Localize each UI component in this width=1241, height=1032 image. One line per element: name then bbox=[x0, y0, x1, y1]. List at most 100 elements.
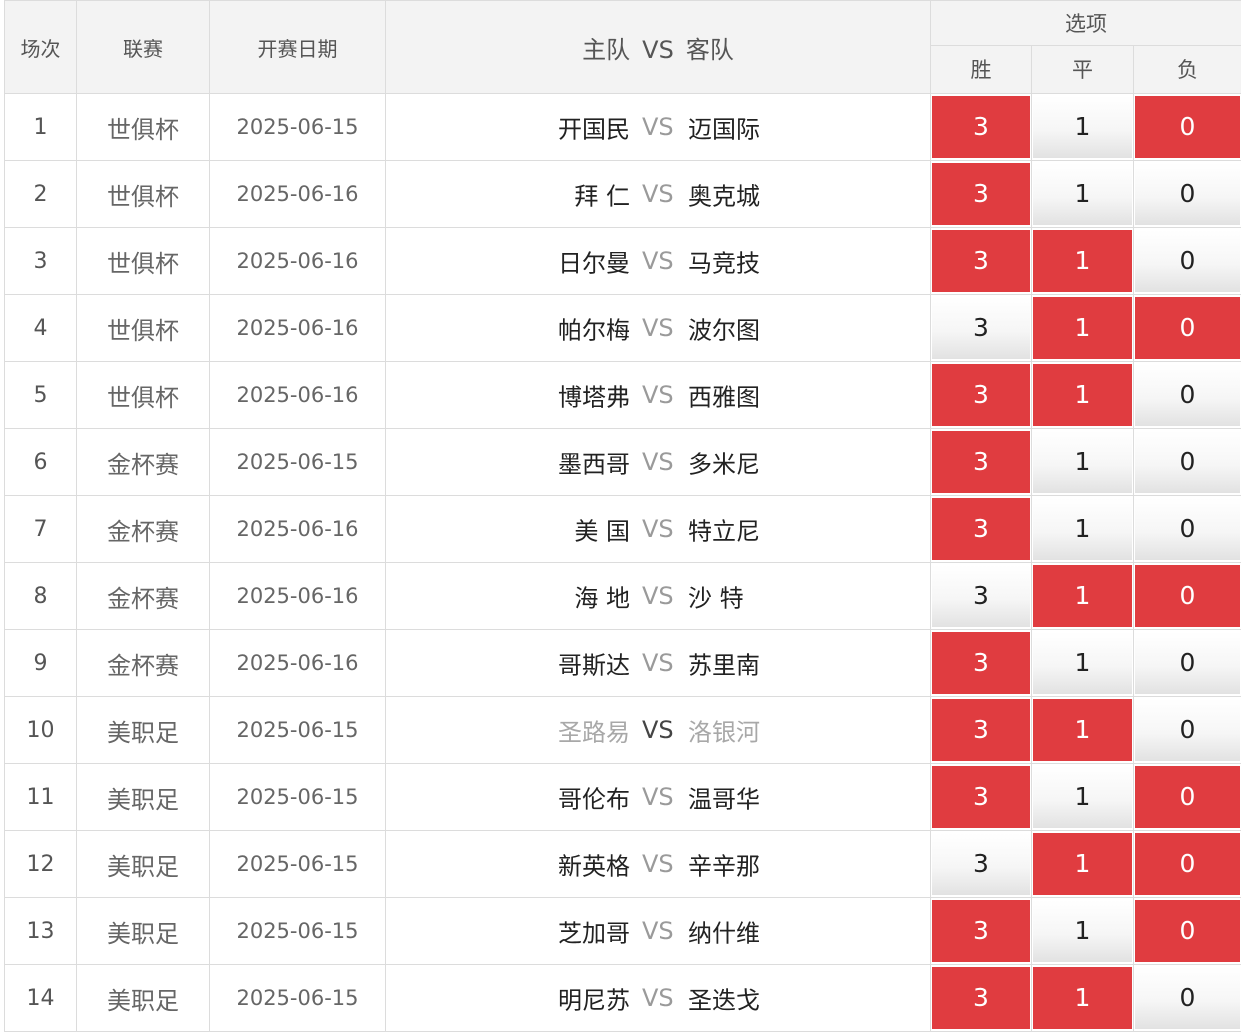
option-lose-button[interactable]: 0 bbox=[1135, 230, 1240, 292]
home-team: 哥斯达 bbox=[558, 646, 630, 681]
option-draw-button[interactable]: 1 bbox=[1033, 163, 1132, 225]
option-win-button[interactable]: 3 bbox=[932, 565, 1030, 627]
option-lose-button[interactable]: 0 bbox=[1135, 96, 1240, 158]
match-index: 14 bbox=[5, 965, 77, 1032]
option-win-button[interactable]: 3 bbox=[932, 766, 1030, 828]
vs-label: VS bbox=[642, 113, 674, 141]
away-team: 特立尼 bbox=[688, 512, 760, 547]
home-team: 日尔曼 bbox=[558, 244, 630, 279]
vs-label: VS bbox=[642, 582, 674, 610]
table-row: 7金杯赛2025-06-16美 国VS特立尼310 bbox=[5, 496, 1241, 563]
option-win-button[interactable]: 3 bbox=[932, 431, 1030, 493]
option-win-button[interactable]: 3 bbox=[932, 230, 1030, 292]
option-draw-button[interactable]: 1 bbox=[1033, 632, 1132, 694]
home-team: 海 地 bbox=[574, 579, 630, 614]
match-index: 2 bbox=[5, 161, 77, 228]
option-lose-cell: 0 bbox=[1134, 697, 1241, 764]
option-lose-button[interactable]: 0 bbox=[1135, 565, 1240, 627]
match-teams: 哥斯达VS苏里南 bbox=[386, 630, 931, 697]
option-lose-cell: 0 bbox=[1134, 362, 1241, 429]
league-name: 金杯赛 bbox=[77, 429, 210, 496]
away-team: 温哥华 bbox=[688, 780, 760, 815]
option-win-cell: 3 bbox=[931, 697, 1032, 764]
match-index: 13 bbox=[5, 898, 77, 965]
option-win-button[interactable]: 3 bbox=[932, 297, 1030, 359]
option-win-button[interactable]: 3 bbox=[932, 498, 1030, 560]
match-teams: 圣路易VS洛银河 bbox=[386, 697, 931, 764]
away-team: 迈国际 bbox=[688, 110, 760, 145]
table-row: 2世俱杯2025-06-16拜 仁VS奥克城310 bbox=[5, 161, 1241, 228]
match-table-container: 场次 联赛 开赛日期 主队VS客队 选项 胜 平 负 1世俱杯2025-06-1… bbox=[4, 0, 1241, 1032]
option-draw-cell: 1 bbox=[1032, 429, 1134, 496]
match-date: 2025-06-15 bbox=[210, 697, 386, 764]
option-draw-button[interactable]: 1 bbox=[1033, 766, 1132, 828]
table-row: 11美职足2025-06-15哥伦布VS温哥华310 bbox=[5, 764, 1241, 831]
header-away: 客队 bbox=[686, 36, 734, 64]
home-team: 美 国 bbox=[574, 512, 630, 547]
option-lose-button[interactable]: 0 bbox=[1135, 766, 1240, 828]
match-date: 2025-06-16 bbox=[210, 496, 386, 563]
option-draw-cell: 1 bbox=[1032, 228, 1134, 295]
option-win-button[interactable]: 3 bbox=[932, 632, 1030, 694]
option-lose-button[interactable]: 0 bbox=[1135, 364, 1240, 426]
league-name: 金杯赛 bbox=[77, 563, 210, 630]
option-lose-button[interactable]: 0 bbox=[1135, 498, 1240, 560]
option-lose-button[interactable]: 0 bbox=[1135, 699, 1240, 761]
table-row: 12美职足2025-06-15新英格VS辛辛那310 bbox=[5, 831, 1241, 898]
option-draw-cell: 1 bbox=[1032, 362, 1134, 429]
option-draw-button[interactable]: 1 bbox=[1033, 364, 1132, 426]
option-lose-button[interactable]: 0 bbox=[1135, 163, 1240, 225]
option-draw-button[interactable]: 1 bbox=[1033, 230, 1132, 292]
option-win-cell: 3 bbox=[931, 563, 1032, 630]
option-draw-button[interactable]: 1 bbox=[1033, 96, 1132, 158]
option-win-button[interactable]: 3 bbox=[932, 96, 1030, 158]
option-lose-button[interactable]: 0 bbox=[1135, 967, 1240, 1029]
league-name: 世俱杯 bbox=[77, 228, 210, 295]
option-draw-button[interactable]: 1 bbox=[1033, 833, 1132, 895]
option-draw-button[interactable]: 1 bbox=[1033, 967, 1132, 1029]
option-win-button[interactable]: 3 bbox=[932, 833, 1030, 895]
option-lose-cell: 0 bbox=[1134, 496, 1241, 563]
header-win: 胜 bbox=[931, 45, 1032, 93]
option-draw-button[interactable]: 1 bbox=[1033, 699, 1132, 761]
option-win-button[interactable]: 3 bbox=[932, 699, 1030, 761]
match-index: 9 bbox=[5, 630, 77, 697]
option-win-button[interactable]: 3 bbox=[932, 163, 1030, 225]
away-team: 波尔图 bbox=[688, 311, 760, 346]
option-draw-button[interactable]: 1 bbox=[1033, 498, 1132, 560]
option-win-button[interactable]: 3 bbox=[932, 900, 1030, 962]
table-row: 10美职足2025-06-15圣路易VS洛银河310 bbox=[5, 697, 1241, 764]
option-win-cell: 3 bbox=[931, 898, 1032, 965]
match-teams: 明尼苏VS圣迭戈 bbox=[386, 965, 931, 1032]
match-teams: 新英格VS辛辛那 bbox=[386, 831, 931, 898]
match-index: 4 bbox=[5, 295, 77, 362]
header-vs: VS bbox=[642, 36, 674, 64]
league-name: 美职足 bbox=[77, 965, 210, 1032]
option-lose-cell: 0 bbox=[1134, 228, 1241, 295]
option-draw-button[interactable]: 1 bbox=[1033, 565, 1132, 627]
option-lose-button[interactable]: 0 bbox=[1135, 833, 1240, 895]
away-team: 马竞技 bbox=[688, 244, 760, 279]
option-draw-button[interactable]: 1 bbox=[1033, 297, 1132, 359]
away-team: 苏里南 bbox=[688, 646, 760, 681]
away-team: 洛银河 bbox=[688, 713, 760, 748]
option-lose-button[interactable]: 0 bbox=[1135, 900, 1240, 962]
option-lose-button[interactable]: 0 bbox=[1135, 297, 1240, 359]
vs-label: VS bbox=[642, 716, 674, 744]
match-index: 1 bbox=[5, 94, 77, 161]
option-lose-button[interactable]: 0 bbox=[1135, 632, 1240, 694]
option-win-button[interactable]: 3 bbox=[932, 967, 1030, 1029]
option-draw-cell: 1 bbox=[1032, 563, 1134, 630]
match-teams: 美 国 VS 特立尼 bbox=[386, 496, 931, 563]
option-lose-button[interactable]: 0 bbox=[1135, 431, 1240, 493]
vs-label: VS bbox=[642, 515, 674, 543]
league-name: 美职足 bbox=[77, 764, 210, 831]
match-date: 2025-06-15 bbox=[210, 94, 386, 161]
option-draw-button[interactable]: 1 bbox=[1033, 431, 1132, 493]
header-lose: 负 bbox=[1134, 45, 1241, 93]
option-win-button[interactable]: 3 bbox=[932, 364, 1030, 426]
option-win-cell: 3 bbox=[931, 362, 1032, 429]
option-draw-button[interactable]: 1 bbox=[1033, 900, 1132, 962]
header-league: 联赛 bbox=[77, 1, 210, 94]
table-row: 3世俱杯2025-06-16日尔曼VS马竞技310 bbox=[5, 228, 1241, 295]
